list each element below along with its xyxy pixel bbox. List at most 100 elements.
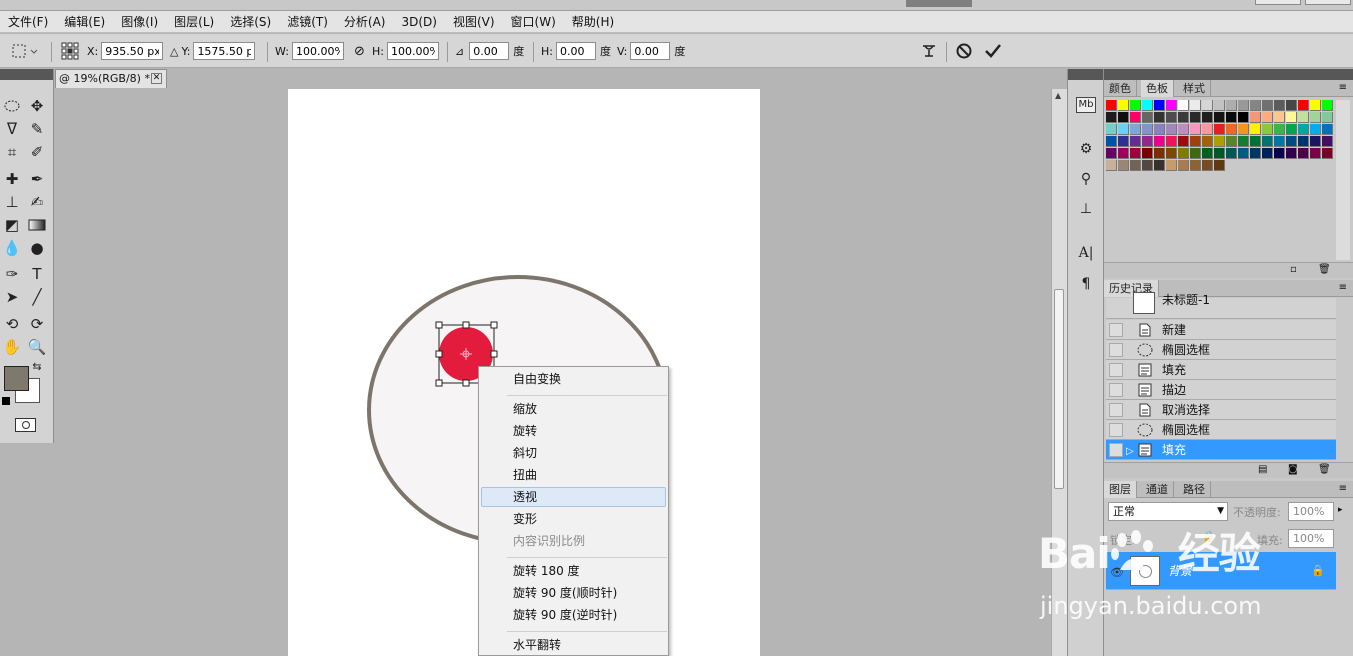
color-swatch[interactable] (1190, 100, 1201, 111)
menu-select[interactable]: 选择(S) (222, 11, 279, 33)
color-swatch[interactable] (1298, 136, 1309, 147)
color-swatch[interactable] (1226, 148, 1237, 159)
hand-icon[interactable]: ✋ (1, 336, 23, 358)
color-swatch[interactable] (1310, 148, 1321, 159)
close-window-button[interactable] (1305, 0, 1351, 5)
menu-view[interactable]: 视图(V) (445, 11, 503, 33)
swatch-scrollbar[interactable] (1336, 100, 1350, 260)
clone-source-icon[interactable]: ⊥ (1076, 199, 1096, 219)
tab-styles[interactable]: 样式 (1178, 80, 1211, 97)
menu-3d[interactable]: 3D(D) (393, 11, 444, 33)
color-swatch[interactable] (1250, 112, 1261, 123)
adjustments-icon[interactable]: ⚙ (1076, 139, 1096, 159)
color-swatch[interactable] (1118, 160, 1129, 171)
scroll-thumb[interactable] (1054, 289, 1064, 489)
color-swatch[interactable] (1154, 160, 1165, 171)
eraser-icon[interactable]: ◩ (1, 214, 23, 236)
link-icon[interactable]: ⊘ (354, 44, 365, 59)
masks-icon[interactable]: ⚲ (1076, 169, 1096, 189)
lasso-icon[interactable]: ᐁ (1, 118, 23, 140)
delete-swatch-icon[interactable]: 🗑 (1318, 264, 1331, 275)
history-brush-source-checkbox[interactable] (1109, 403, 1123, 417)
history-state[interactable]: 椭圆选框 (1106, 340, 1336, 360)
color-swatch[interactable] (1322, 124, 1333, 135)
color-swatch[interactable] (1142, 112, 1153, 123)
color-swatch[interactable] (1154, 124, 1165, 135)
document-tab[interactable]: @ 19%(RGB/8) * ✕ (55, 69, 167, 88)
menu-item-distort[interactable]: 扭曲 (481, 465, 666, 485)
color-swatch[interactable] (1118, 112, 1129, 123)
color-swatch[interactable] (1142, 160, 1153, 171)
color-swatch[interactable] (1286, 124, 1297, 135)
line-icon[interactable]: ╱ (26, 286, 48, 308)
color-swatch[interactable] (1166, 136, 1177, 147)
menu-item-rotate-90-ccw[interactable]: 旋转 90 度(逆时针) (481, 605, 666, 625)
color-swatch[interactable] (1118, 136, 1129, 147)
blend-mode-select[interactable]: 正常 ▼ (1108, 502, 1228, 521)
color-swatch[interactable] (1286, 112, 1297, 123)
gradient-icon[interactable] (26, 214, 48, 236)
menu-item-free-transform[interactable]: 自由变换 (481, 369, 666, 389)
history-brush-source-checkbox[interactable] (1109, 343, 1123, 357)
layers-menu-icon[interactable]: ≡ (1339, 483, 1347, 494)
mini-bridge-icon[interactable]: Mb (1076, 97, 1096, 113)
color-swatch[interactable] (1250, 136, 1261, 147)
color-swatch[interactable] (1310, 112, 1321, 123)
skew-h-input[interactable] (555, 42, 596, 60)
menu-item-perspective[interactable]: 透视 (481, 487, 666, 507)
color-swatch[interactable] (1226, 100, 1237, 111)
zoom-icon[interactable]: 🔍 (26, 336, 48, 358)
scroll-up-icon[interactable]: ▲ (1055, 91, 1061, 100)
color-swatch[interactable] (1286, 100, 1297, 111)
color-swatch[interactable] (1178, 124, 1189, 135)
color-swatch[interactable] (1298, 148, 1309, 159)
color-swatch[interactable] (1202, 112, 1213, 123)
color-swatch[interactable] (1190, 136, 1201, 147)
color-swatch[interactable] (1118, 148, 1129, 159)
skew-v-input[interactable] (630, 42, 671, 60)
paragraph-icon[interactable]: ¶ (1076, 274, 1096, 294)
menu-item-rotate[interactable]: 旋转 (481, 421, 666, 441)
color-swatch[interactable] (1214, 136, 1225, 147)
3d-orbit-icon[interactable]: ⟳ (26, 313, 48, 335)
color-swatch[interactable] (1298, 100, 1309, 111)
menu-filter[interactable]: 滤镜(T) (279, 11, 336, 33)
panel-menu-icon[interactable]: ≡ (1339, 82, 1347, 93)
color-swatch[interactable] (1274, 112, 1285, 123)
color-swatch[interactable] (1238, 124, 1249, 135)
workspace-switcher[interactable] (906, 0, 972, 7)
color-swatch[interactable] (1214, 148, 1225, 159)
color-swatch[interactable] (1166, 160, 1177, 171)
color-swatch[interactable] (1310, 124, 1321, 135)
history-snapshot[interactable]: 未标题-1 (1106, 292, 1336, 319)
color-swatch[interactable] (1166, 100, 1177, 111)
tab-swatches[interactable]: 色板 (1141, 80, 1174, 97)
history-brush-source-checkbox[interactable] (1109, 383, 1123, 397)
menu-item-flip-horizontal[interactable]: 水平翻转 (481, 635, 666, 655)
color-swatch[interactable] (1226, 112, 1237, 123)
quick-selection-icon[interactable]: ✎ (26, 118, 48, 140)
clone-stamp-icon[interactable]: ⊥ (1, 191, 23, 213)
color-swatch[interactable] (1298, 112, 1309, 123)
history-state[interactable]: 填充 (1106, 360, 1336, 380)
color-swatch[interactable] (1322, 148, 1333, 159)
x-position-input[interactable] (101, 42, 164, 60)
color-swatch[interactable] (1238, 148, 1249, 159)
history-brush-source-checkbox[interactable] (1109, 323, 1123, 337)
history-state[interactable]: 描边 (1106, 380, 1336, 400)
color-swatch[interactable] (1130, 124, 1141, 135)
tab-paths[interactable]: 路径 (1178, 481, 1211, 498)
color-swatch[interactable] (1214, 160, 1225, 171)
icon-dock-header[interactable] (1068, 69, 1103, 80)
color-swatch[interactable] (1202, 136, 1213, 147)
menu-item-rotate-180[interactable]: 旋转 180 度 (481, 561, 666, 581)
color-swatch[interactable] (1202, 100, 1213, 111)
menu-file[interactable]: 文件(F) (0, 11, 56, 33)
move-tool-icon[interactable]: ✥ (26, 95, 48, 117)
menu-analysis[interactable]: 分析(A) (336, 11, 394, 33)
color-swatch[interactable] (1178, 160, 1189, 171)
default-colors-icon[interactable] (2, 397, 10, 405)
minimize-button[interactable] (1255, 0, 1301, 5)
height-input[interactable] (386, 42, 439, 60)
color-swatch[interactable] (1214, 124, 1225, 135)
